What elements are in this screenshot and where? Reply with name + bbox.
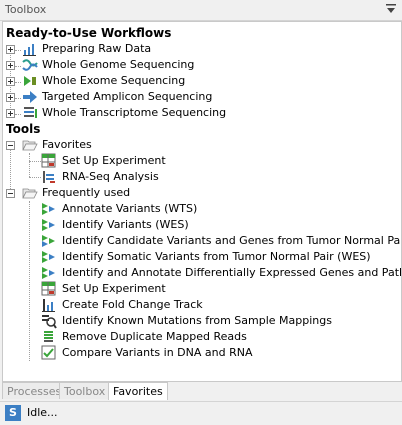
tool-label: Compare Variants in DNA and RNA	[62, 346, 253, 359]
tools-folder-favorites[interactable]: Favorites	[3, 137, 401, 153]
open-folder-icon	[22, 188, 38, 199]
experiment-table-icon	[41, 153, 56, 168]
tool-label: Annotate Variants (WTS)	[62, 202, 198, 215]
toolbox-tree: Ready-to-Use Workflows Preparing Raw Dat…	[2, 21, 402, 382]
expand-toggle[interactable]	[6, 93, 15, 102]
section-header-workflows: Ready-to-Use Workflows	[6, 26, 172, 40]
tab-processes[interactable]: Processes	[2, 382, 67, 399]
workflow-whole-genome-sequencing[interactable]: Whole Genome Sequencing	[3, 57, 401, 73]
frequent-item-identify-known-mutations[interactable]: Identify Known Mutations from Sample Map…	[3, 313, 401, 329]
duplicate-reads-icon	[44, 331, 53, 342]
transcriptome-icon	[24, 107, 37, 118]
frequent-item-identify-annotate-de-genes[interactable]: Identify and Annotate Differentially Exp…	[3, 265, 401, 281]
server-status-icon: S	[5, 405, 21, 421]
tool-label: Create Fold Change Track	[62, 298, 203, 311]
workflow-whole-exome-sequencing[interactable]: Whole Exome Sequencing	[3, 73, 401, 89]
tools-folder-frequently-used[interactable]: Frequently used	[3, 185, 401, 201]
expand-toggle[interactable]	[6, 61, 15, 70]
favorites-item-set-up-experiment[interactable]: Set Up Experiment	[3, 153, 401, 169]
favorites-item-rna-seq-analysis[interactable]: RNA-Seq Analysis	[3, 169, 401, 185]
expand-toggle[interactable]	[6, 109, 15, 118]
status-bar: S Idle...	[0, 401, 402, 425]
frequent-item-compare-variants-dna-rna[interactable]: Compare Variants in DNA and RNA	[3, 345, 401, 361]
raw-data-chart-icon	[23, 44, 36, 56]
open-folder-icon	[22, 140, 38, 151]
workflow-label: Preparing Raw Data	[42, 42, 152, 55]
known-mutations-icon	[42, 315, 57, 329]
workflow-whole-transcriptome-sequencing[interactable]: Whole Transcriptome Sequencing	[3, 105, 401, 121]
tab-favorites[interactable]: Favorites	[108, 382, 168, 400]
workflow-label: Whole Genome Sequencing	[42, 58, 195, 71]
frequent-item-annotate-variants-wts[interactable]: Annotate Variants (WTS)	[3, 201, 401, 217]
rna-seq-icon	[43, 171, 55, 183]
variant-arrows-icon	[42, 251, 55, 263]
frequent-item-set-up-experiment[interactable]: Set Up Experiment	[3, 281, 401, 297]
collapse-toggle[interactable]	[6, 141, 15, 150]
tool-label: Remove Duplicate Mapped Reads	[62, 330, 247, 343]
tool-label: Identify Known Mutations from Sample Map…	[62, 314, 332, 327]
workflow-label: Targeted Amplicon Sequencing	[42, 90, 213, 103]
toolbox-panel: Toolbox Ready-to-Use Workflows Preparing…	[0, 0, 402, 425]
tool-label: Identify Somatic Variants from Tumor Nor…	[62, 250, 371, 263]
tool-label: Set Up Experiment	[62, 154, 166, 167]
frequent-item-identify-somatic-variants[interactable]: Identify Somatic Variants from Tumor Nor…	[3, 249, 401, 265]
folder-label: Favorites	[42, 138, 92, 151]
collapse-toggle[interactable]	[6, 189, 15, 198]
genome-icon	[22, 59, 38, 71]
frequent-item-remove-duplicate-reads[interactable]: Remove Duplicate Mapped Reads	[3, 329, 401, 345]
folder-label: Frequently used	[42, 186, 131, 199]
section-header-tools: Tools	[6, 122, 41, 136]
variant-arrows-icon	[42, 203, 55, 215]
panel-tabs: Processes Toolbox Favorites	[0, 382, 402, 400]
workflow-label: Whole Transcriptome Sequencing	[42, 106, 227, 119]
fold-change-icon	[42, 299, 55, 312]
variant-pair-icon	[42, 235, 55, 247]
workflow-preparing-raw-data[interactable]: Preparing Raw Data	[3, 41, 401, 57]
tool-label: Identify and Annotate Differentially Exp…	[62, 266, 402, 279]
variant-arrows-icon	[42, 219, 55, 231]
status-text: Idle...	[27, 406, 58, 419]
panel-title: Toolbox	[5, 3, 47, 16]
frequent-item-create-fold-change-track[interactable]: Create Fold Change Track	[3, 297, 401, 313]
expand-toggle[interactable]	[6, 77, 15, 86]
exome-icon	[24, 76, 36, 86]
tool-label: RNA-Seq Analysis	[62, 170, 159, 183]
expand-toggle[interactable]	[6, 45, 15, 54]
panel-titlebar: Toolbox	[0, 0, 402, 21]
experiment-table-icon	[41, 281, 56, 296]
dropdown-triangle-icon[interactable]	[386, 3, 396, 15]
variant-arrows-icon	[42, 267, 55, 279]
tool-label: Set Up Experiment	[62, 282, 166, 295]
tool-label: Identify Variants (WES)	[62, 218, 189, 231]
tool-label: Identify Candidate Variants and Genes fr…	[62, 234, 402, 247]
frequent-item-identify-candidate-variants[interactable]: Identify Candidate Variants and Genes fr…	[3, 233, 401, 249]
amplicon-arrow-icon	[23, 91, 37, 103]
compare-variants-icon	[41, 345, 56, 360]
tab-toolbox[interactable]: Toolbox	[59, 382, 111, 399]
workflow-label: Whole Exome Sequencing	[42, 74, 186, 87]
workflow-targeted-amplicon-sequencing[interactable]: Targeted Amplicon Sequencing	[3, 89, 401, 105]
frequent-item-identify-variants-wes[interactable]: Identify Variants (WES)	[3, 217, 401, 233]
